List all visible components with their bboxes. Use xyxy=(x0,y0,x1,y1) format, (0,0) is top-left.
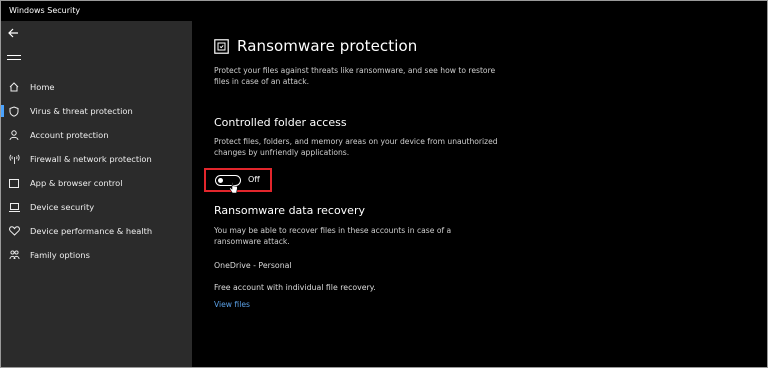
sidebar-item-account-protection[interactable]: Account protection xyxy=(1,125,192,145)
mouse-pointer-icon xyxy=(229,182,238,194)
page-title: Ransomware protection xyxy=(237,37,418,55)
heart-icon xyxy=(8,225,20,237)
recovery-description-line1: You may be able to recover files in thes… xyxy=(214,226,452,235)
laptop-icon xyxy=(8,201,20,213)
toggle-knob xyxy=(218,177,223,183)
shield-icon xyxy=(8,105,20,117)
sidebar: Home Virus & threat protection Account p… xyxy=(1,21,192,367)
recovery-description-line2: ransomware attack. xyxy=(214,237,290,246)
window-title: Windows Security xyxy=(1,1,767,21)
cfa-section-title: Controlled folder access xyxy=(214,116,347,129)
sidebar-item-label: Home xyxy=(30,82,55,92)
sidebar-item-device-security[interactable]: Device security xyxy=(1,197,192,217)
wifi-antenna-icon xyxy=(8,153,20,165)
recovery-account-desc: Free account with individual file recove… xyxy=(214,283,376,292)
recovery-section-title: Ransomware data recovery xyxy=(214,204,365,217)
family-icon xyxy=(8,249,20,261)
person-icon xyxy=(8,129,20,141)
app-window-icon xyxy=(8,177,20,189)
window-frame: Windows Security Home Virus & threat pro… xyxy=(0,0,768,368)
sidebar-item-label: Virus & threat protection xyxy=(30,106,133,116)
main-content: Ransomware protection Protect your files… xyxy=(192,21,767,367)
sidebar-item-label: App & browser control xyxy=(30,178,123,188)
sidebar-item-label: Family options xyxy=(30,250,90,260)
hamburger-menu-icon xyxy=(7,55,21,56)
home-icon xyxy=(8,81,20,93)
sidebar-item-family-options[interactable]: Family options xyxy=(1,245,192,265)
sidebar-item-virus-threat-protection[interactable]: Virus & threat protection xyxy=(1,101,192,121)
sidebar-item-home[interactable]: Home xyxy=(1,77,192,97)
hamburger-line xyxy=(7,59,21,60)
sidebar-item-label: Account protection xyxy=(30,130,109,140)
page-header: Ransomware protection xyxy=(214,37,417,55)
page-description-line2: files in case of an attack. xyxy=(214,77,310,86)
sidebar-item-firewall-network[interactable]: Firewall & network protection xyxy=(1,149,192,169)
cfa-description-line2: changes by unfriendly applications. xyxy=(214,148,350,157)
sidebar-item-label: Device security xyxy=(30,202,95,212)
sidebar-item-device-performance-health[interactable]: Device performance & health xyxy=(1,221,192,241)
menu-button[interactable] xyxy=(7,55,21,65)
ransomware-protection-icon xyxy=(214,38,229,54)
sidebar-item-label: Device performance & health xyxy=(30,226,153,236)
page-description-line1: Protect your files against threats like … xyxy=(214,66,496,75)
back-button[interactable] xyxy=(7,27,23,41)
view-files-link[interactable]: View files xyxy=(214,300,250,309)
recovery-account-name: OneDrive - Personal xyxy=(214,261,292,270)
sidebar-item-label: Firewall & network protection xyxy=(30,154,152,164)
back-arrow-icon xyxy=(8,28,18,38)
cfa-description-line1: Protect files, folders, and memory areas… xyxy=(214,137,498,146)
cfa-toggle-highlight: Off xyxy=(204,168,272,194)
sidebar-item-app-browser-control[interactable]: App & browser control xyxy=(1,173,192,193)
cfa-toggle-state: Off xyxy=(248,175,260,184)
